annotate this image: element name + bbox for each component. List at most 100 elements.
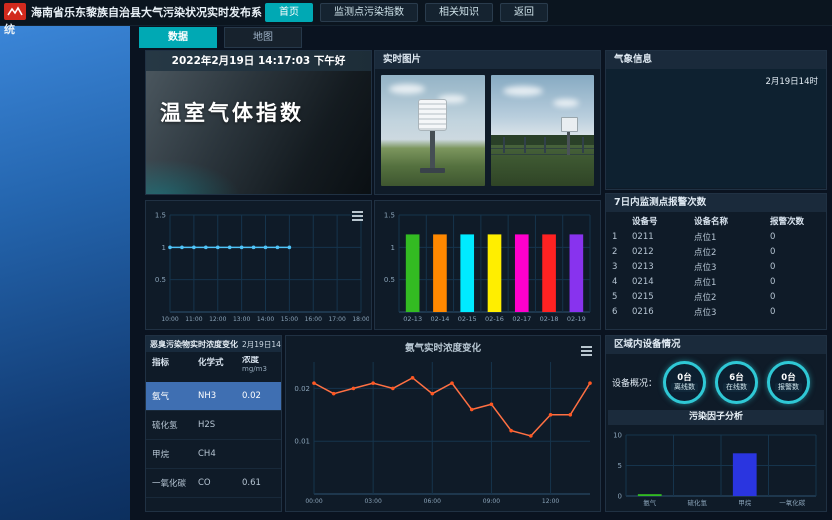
col-formula: 化学式: [196, 356, 240, 380]
odor-title-bar: 恶臭污染物实时浓度变化 2月19日14时: [146, 336, 281, 352]
svg-text:0.01: 0.01: [294, 438, 310, 446]
station-base: [420, 168, 445, 173]
table-cell: CO: [196, 478, 240, 488]
svg-text:1: 1: [391, 244, 395, 252]
svg-text:02-19: 02-19: [567, 315, 586, 323]
odor-panel: 恶臭污染物实时浓度变化 2月19日14时 指标 化学式 浓度 mg/m3 氨气N…: [145, 335, 282, 512]
table-cell: 硫化氢: [150, 419, 196, 431]
svg-text:10: 10: [613, 432, 622, 440]
station-pole: [567, 131, 570, 155]
photo-strip: [375, 69, 600, 192]
table-cell: 0213: [630, 262, 692, 272]
stat-alarm-count: 0台: [781, 373, 795, 383]
main-nav: 首页 监测点污染指数 相关知识 返回: [265, 3, 548, 22]
chart-menu-icon[interactable]: [349, 205, 365, 218]
chart-menu-icon[interactable]: [578, 340, 594, 353]
nav-knowledge[interactable]: 相关知识: [425, 3, 493, 22]
table-cell: 1: [610, 232, 630, 242]
odor-title: 恶臭污染物实时浓度变化: [150, 339, 238, 350]
stat-online-count: 6台: [729, 373, 743, 383]
site-photo-2[interactable]: [491, 75, 595, 186]
stat-online-label: 在线数: [723, 383, 750, 392]
nav-station-index[interactable]: 监测点污染指数: [320, 3, 418, 22]
app-window: 海南省乐东黎族自治县大气污染状况实时发布系 统 首页 监测点污染指数 相关知识 …: [0, 0, 832, 520]
col-indicator: 指标: [150, 356, 196, 380]
overview-label: 设备概况：: [612, 376, 657, 389]
table-cell: 点位2: [692, 291, 768, 303]
greeting-panel: 2022年2月19日 14:17:03 下午好 温室气体指数: [145, 50, 372, 195]
svg-text:18:00: 18:00: [352, 316, 369, 323]
col-device-id: 设备号: [630, 215, 692, 227]
svg-text:02-13: 02-13: [403, 315, 422, 323]
cloud-shape: [389, 84, 425, 94]
brand: 海南省乐东黎族自治县大气污染状况实时发布系 统: [4, 3, 276, 36]
ammonia-chart-panel: 氨气实时浓度变化 0.010.0200:0003:0006:0009:0012:…: [285, 335, 601, 512]
fence-post: [524, 137, 526, 153]
svg-text:甲烷: 甲烷: [738, 498, 752, 507]
svg-text:硫化氢: 硫化氢: [688, 498, 708, 507]
monitoring-device: [418, 99, 447, 131]
col-concentration-label: 浓度: [242, 356, 275, 365]
headline-text: 温室气体指数: [160, 97, 304, 127]
alarm-table: 设备号 设备名称 报警次数 10211点位1020212点位2030213点位3…: [606, 212, 826, 319]
table-cell: 0: [768, 247, 818, 257]
svg-text:0: 0: [618, 493, 622, 501]
table-cell: 点位1: [692, 276, 768, 288]
svg-text:氨气: 氨气: [643, 498, 657, 507]
table-cell: 0211: [630, 232, 692, 242]
table-cell: 5: [610, 292, 630, 302]
svg-text:06:00: 06:00: [424, 498, 441, 505]
table-cell: 0.02: [240, 391, 277, 401]
content-area: 数据 地图 2022年2月19日 14:17:03 下午好 温室气体指数 实时图…: [130, 25, 832, 520]
photos-panel: 实时图片: [374, 50, 601, 195]
table-row[interactable]: 硫化氢H2S: [146, 411, 281, 440]
table-cell: 点位2: [692, 246, 768, 258]
greenhouse-chart-panel: 0.511.510:0011:0012:0013:0014:0015:0016:…: [145, 200, 372, 330]
table-row: 30213点位30: [606, 259, 826, 274]
svg-text:0.02: 0.02: [294, 385, 310, 393]
svg-text:一氧化碳: 一氧化碳: [779, 498, 806, 507]
greeting-body: 温室气体指数: [146, 71, 371, 194]
table-cell: 0.61: [240, 478, 277, 488]
table-cell: 2: [610, 247, 630, 257]
table-row[interactable]: 氨气NH30.02: [146, 382, 281, 411]
ammonia-line-chart: 0.010.0200:0003:0006:0009:0012:00: [288, 354, 598, 507]
weather-body: 2月19日14时: [606, 69, 826, 188]
table-cell: 0: [768, 307, 818, 317]
svg-text:14:00: 14:00: [257, 316, 274, 323]
svg-text:12:00: 12:00: [542, 498, 559, 505]
fence-post: [503, 137, 505, 153]
treeline: [491, 135, 595, 145]
col-concentration-unit: mg/m3: [242, 365, 275, 374]
table-cell: 0212: [630, 247, 692, 257]
menu-lines: [352, 211, 363, 213]
table-row[interactable]: 一氧化碳CO0.61: [146, 469, 281, 498]
weather-timestamp: 2月19日14时: [765, 75, 818, 87]
odor-table: 指标 化学式 浓度 mg/m3 氨气NH30.02硫化氢H2S甲烷CH4一氧化碳…: [146, 352, 281, 498]
table-cell: CH4: [196, 449, 240, 459]
site-photo-1[interactable]: [381, 75, 485, 186]
app-title-wrap: 统: [4, 23, 276, 36]
table-cell: 0: [768, 277, 818, 287]
table-cell: 0: [768, 292, 818, 302]
analysis-title: 污染因子分析: [608, 410, 824, 425]
station-pole: [430, 131, 435, 171]
table-cell: NH3: [196, 391, 240, 401]
weather-title: 气象信息: [606, 51, 826, 69]
top-bar: 海南省乐东黎族自治县大气污染状况实时发布系 统 首页 监测点污染指数 相关知识 …: [0, 0, 832, 26]
nav-back[interactable]: 返回: [500, 3, 548, 22]
table-row: 20212点位20: [606, 244, 826, 259]
app-title: 海南省乐东黎族自治县大气污染状况实时发布系: [31, 6, 262, 19]
cloud-shape: [503, 86, 543, 96]
table-cell: 0215: [630, 292, 692, 302]
weather-panel: 气象信息 2月19日14时: [605, 50, 827, 190]
table-cell: 点位1: [692, 231, 768, 243]
svg-text:11:00: 11:00: [185, 316, 202, 323]
svg-text:0.5: 0.5: [384, 276, 395, 284]
table-row[interactable]: 甲烷CH4: [146, 440, 281, 469]
fence-post: [544, 137, 546, 153]
svg-text:03:00: 03:00: [364, 498, 381, 505]
svg-text:12:00: 12:00: [209, 316, 226, 323]
table-cell: 点位3: [692, 306, 768, 318]
svg-text:02-14: 02-14: [430, 315, 449, 323]
